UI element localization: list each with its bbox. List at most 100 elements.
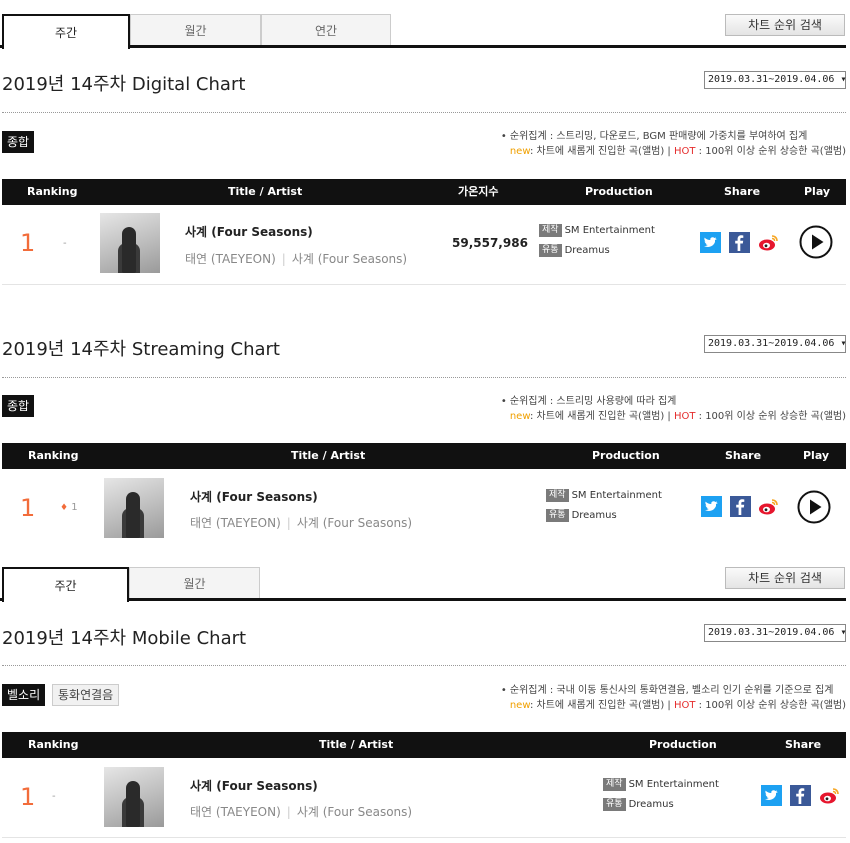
category-combined[interactable]: 종합: [2, 395, 35, 417]
artist-link[interactable]: 태연 (TAEYEON): [190, 516, 281, 530]
album-link[interactable]: 사계 (Four Seasons): [297, 516, 412, 530]
table-row: 1 ♦ 1 사계 (Four Seasons) 태연 (TAEYEON) | 사계 …: [2, 469, 846, 549]
weibo-icon[interactable]: [758, 496, 779, 517]
legend-new: new: [509, 146, 530, 157]
mobile-chart-title: 2019년 14주차 Mobile Chart: [2, 628, 247, 649]
gaon-score: 59,557,986: [452, 236, 528, 250]
production-info: 제작 SM Entertainment 유통 Dreamus: [603, 775, 719, 815]
artist-album-line: 태연 (TAEYEON) | 사계 (Four Seasons): [190, 516, 413, 530]
divider: [2, 112, 846, 113]
mobile-date-select[interactable]: 2019.03.31~2019.04.06 ▾: [704, 624, 846, 642]
production-company: SM Entertainment: [628, 779, 719, 790]
album-link[interactable]: 사계 (Four Seasons): [292, 252, 407, 266]
artist-link[interactable]: 태연 (TAEYEON): [185, 252, 276, 266]
twitter-icon[interactable]: [761, 785, 782, 806]
streaming-chart-title: 2019년 14주차 Streaming Chart: [2, 339, 280, 360]
chart-rank-search-button[interactable]: 차트 순위 검색: [725, 567, 845, 589]
col-ranking: Ranking: [27, 185, 78, 198]
tab-weekly[interactable]: 주간: [2, 14, 130, 49]
artist-link[interactable]: 태연 (TAEYEON): [190, 805, 281, 819]
col-title-artist: Title / Artist: [319, 738, 394, 751]
aggregation-text: • 순위집계 : 스트리밍 사용량에 따라 집계: [500, 396, 677, 407]
col-play: Play: [804, 185, 831, 198]
song-title[interactable]: 사계 (Four Seasons): [185, 223, 313, 240]
category-combined[interactable]: 종합: [2, 131, 35, 153]
col-ranking: Ranking: [28, 738, 79, 751]
rank-change: ♦ 1: [60, 502, 78, 513]
distribution-tag: 유통: [539, 243, 562, 257]
tab-yearly[interactable]: 연간: [261, 14, 391, 48]
aggregation-text: • 순위집계 : 스트리밍, 다운로드, BGM 판매량에 가중치를 부여하여 …: [500, 131, 808, 142]
production-info: 제작 SM Entertainment 유통 Dreamus: [546, 486, 662, 526]
divider: [2, 665, 846, 666]
legend-hot: HOT: [673, 146, 696, 157]
legend-new-text: : 차트에 새롭게 진입한 곡(앨범) |: [529, 700, 674, 711]
facebook-icon[interactable]: [729, 232, 750, 253]
legend-new: new: [509, 700, 530, 711]
facebook-icon[interactable]: [730, 496, 751, 517]
tab-monthly[interactable]: 월간: [129, 567, 260, 601]
production-tag: 제작: [603, 777, 626, 791]
col-share: Share: [724, 185, 761, 198]
production-company: SM Entertainment: [564, 225, 655, 236]
chart-rank-search-button[interactable]: 차트 순위 검색: [725, 14, 845, 36]
legend-new-text: : 차트에 새롭게 진입한 곡(앨범) |: [529, 146, 674, 157]
rank-up-icon: ♦: [60, 503, 69, 513]
col-production: Production: [585, 185, 653, 198]
rank-change: -: [63, 238, 67, 249]
facebook-icon[interactable]: [790, 785, 811, 806]
album-cover[interactable]: [104, 478, 164, 538]
legend-hot-text: : 100위 이상 순위 상승한 곡(앨범): [695, 700, 846, 711]
production-tag: 제작: [546, 488, 569, 502]
production-tag: 제작: [539, 223, 562, 237]
legend-hot: HOT: [673, 700, 696, 711]
mobile-period-tabbar: 주간 월간: [0, 567, 850, 602]
digital-aggregation-note: • 순위집계 : 스트리밍, 다운로드, BGM 판매량에 가중치를 부여하여 …: [501, 129, 846, 159]
rank-change: -: [52, 791, 56, 802]
streaming-date-select[interactable]: 2019.03.31~2019.04.06 ▾: [704, 335, 846, 353]
song-title[interactable]: 사계 (Four Seasons): [190, 488, 318, 505]
streaming-aggregation-note: • 순위집계 : 스트리밍 사용량에 따라 집계 new: 차트에 새롭게 진입…: [501, 394, 846, 424]
category-ringback-tone[interactable]: 통화연결음: [52, 684, 120, 706]
rank-number: 1: [20, 229, 36, 257]
album-cover[interactable]: [100, 213, 160, 273]
digital-chart-title: 2019년 14주차 Digital Chart: [2, 74, 246, 95]
col-score: 가온지수: [458, 185, 499, 198]
artist-album-line: 태연 (TAEYEON) | 사계 (Four Seasons): [185, 252, 408, 266]
period-tabbar: 주간 월간 연간: [0, 14, 850, 49]
legend-new: new: [509, 411, 530, 422]
weibo-icon[interactable]: [758, 232, 779, 253]
weibo-icon[interactable]: [819, 785, 840, 806]
table-row: 1 - 사계 (Four Seasons) 태연 (TAEYEON) | 사계 (F…: [2, 205, 846, 285]
col-share: Share: [785, 738, 822, 751]
category-ringtone[interactable]: 벨소리: [2, 684, 46, 706]
twitter-icon[interactable]: [701, 496, 722, 517]
legend-hot-text: : 100위 이상 순위 상승한 곡(앨범): [695, 411, 846, 422]
legend-text: new: 차트에 새롭게 진입한 곡(앨범) | HOT : 100위 이상 순…: [501, 144, 846, 159]
rank-number: 1: [20, 783, 36, 811]
legend-new-text: : 차트에 새롭게 진입한 곡(앨범) |: [529, 411, 674, 422]
col-ranking: Ranking: [28, 449, 79, 462]
mobile-table-header: Ranking Title / Artist Production Share: [2, 732, 846, 758]
divider: [2, 377, 846, 378]
play-icon[interactable]: [797, 490, 831, 524]
aggregation-text: • 순위집계 : 국내 이동 통신사의 통화연결음, 벨소리 인기 순위를 기준…: [500, 685, 834, 696]
tab-monthly[interactable]: 월간: [130, 14, 261, 48]
legend-hot: HOT: [673, 411, 696, 422]
col-production: Production: [649, 738, 717, 751]
tab-weekly[interactable]: 주간: [2, 567, 129, 602]
col-production: Production: [592, 449, 660, 462]
song-title[interactable]: 사계 (Four Seasons): [190, 777, 318, 794]
digital-date-select[interactable]: 2019.03.31~2019.04.06 ▾: [704, 71, 846, 89]
col-share: Share: [725, 449, 762, 462]
rank-number: 1: [20, 494, 36, 522]
artist-album-line: 태연 (TAEYEON) | 사계 (Four Seasons): [190, 805, 413, 819]
twitter-icon[interactable]: [700, 232, 721, 253]
play-icon[interactable]: [799, 225, 833, 259]
legend-text: new: 차트에 새롭게 진입한 곡(앨범) | HOT : 100위 이상 순…: [501, 698, 846, 713]
col-title-artist: Title / Artist: [228, 185, 303, 198]
album-link[interactable]: 사계 (Four Seasons): [297, 805, 412, 819]
distribution-company: Dreamus: [571, 510, 617, 521]
legend-hot-text: : 100위 이상 순위 상승한 곡(앨범): [695, 146, 846, 157]
album-cover[interactable]: [104, 767, 164, 827]
